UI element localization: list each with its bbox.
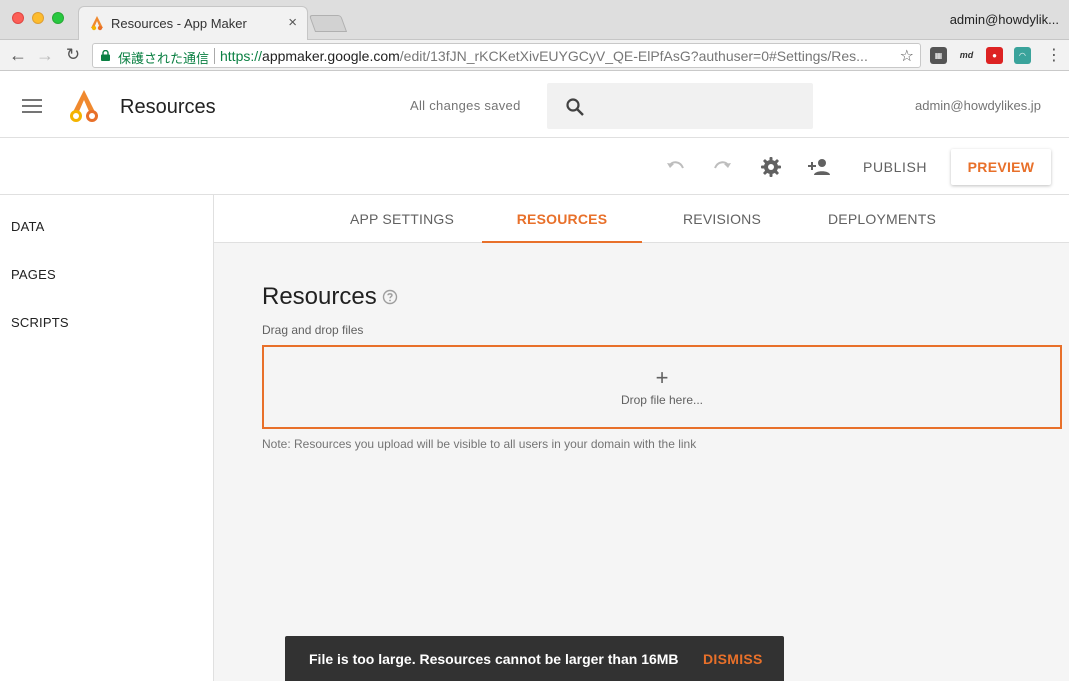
browser-tab-title: Resources - App Maker bbox=[111, 16, 247, 31]
snackbar-message: File is too large. Resources cannot be l… bbox=[309, 651, 679, 667]
lock-icon bbox=[101, 50, 110, 61]
error-snackbar: File is too large. Resources cannot be l… bbox=[285, 636, 784, 681]
sidebar-item-pages[interactable]: PAGES bbox=[11, 267, 56, 282]
browser-tab-active[interactable]: Resources - App Maker × bbox=[78, 6, 308, 40]
address-bar[interactable]: 保護された通信 https://appmaker.google.com/edit… bbox=[92, 43, 921, 68]
page-title: Resources bbox=[120, 96, 216, 118]
url-path: /edit/13fJN_rKCKetXivEUYGCyV_QE-ElPfAsG?… bbox=[399, 48, 868, 64]
section-title: Resources bbox=[262, 283, 377, 310]
add-person-icon[interactable] bbox=[807, 155, 831, 179]
search-input[interactable] bbox=[547, 83, 813, 129]
tab-deployments[interactable]: DEPLOYMENTS bbox=[802, 195, 962, 243]
save-status: All changes saved bbox=[410, 98, 521, 113]
hamburger-menu-icon[interactable] bbox=[22, 99, 42, 113]
minimize-window-button[interactable] bbox=[32, 12, 44, 24]
file-dropzone[interactable]: + Drop file here... bbox=[262, 345, 1062, 429]
sidebar-item-data[interactable]: DATA bbox=[11, 219, 45, 234]
app-header: Resources All changes saved admin@howdyl… bbox=[0, 71, 1069, 138]
app-maker-favicon-icon bbox=[91, 16, 103, 31]
gear-icon[interactable] bbox=[759, 155, 783, 179]
visibility-note: Note: Resources you upload will be visib… bbox=[262, 437, 697, 451]
sidebar-item-scripts[interactable]: SCRIPTS bbox=[11, 315, 69, 330]
dismiss-button[interactable]: DISMISS bbox=[703, 651, 763, 667]
secure-connection-label: 保護された通信 bbox=[118, 51, 210, 66]
browser-tabbar: Resources - App Maker × admin@howdylik..… bbox=[0, 0, 1069, 40]
publish-button[interactable]: PUBLISH bbox=[863, 159, 927, 175]
close-window-button[interactable] bbox=[12, 12, 24, 24]
drop-file-text: Drop file here... bbox=[620, 393, 704, 407]
app-maker-logo-icon bbox=[70, 90, 98, 122]
browser-profile[interactable]: admin@howdylik... bbox=[950, 12, 1059, 27]
tab-app-settings[interactable]: APP SETTINGS bbox=[322, 195, 482, 243]
url-text[interactable]: https://appmaker.google.com/edit/13fJN_r… bbox=[220, 48, 868, 64]
drag-hint: Drag and drop files bbox=[262, 323, 364, 337]
reload-icon[interactable]: ↻ bbox=[61, 43, 85, 67]
browser-toolbar: ← → ↻ 保護された通信 https://appmaker.google.co… bbox=[0, 40, 1069, 71]
main-content: APP SETTINGS RESOURCES REVISIONS DEPLOYM… bbox=[214, 195, 1069, 681]
tab-revisions[interactable]: REVISIONS bbox=[642, 195, 802, 243]
back-icon[interactable]: ← bbox=[6, 43, 30, 67]
chili-icon[interactable]: ● bbox=[986, 47, 1003, 64]
md-extension-icon[interactable]: md bbox=[958, 47, 975, 64]
address-divider bbox=[214, 48, 215, 64]
add-file-icon: + bbox=[655, 365, 669, 390]
forward-icon[interactable]: → bbox=[33, 43, 57, 67]
help-icon[interactable] bbox=[382, 289, 398, 305]
search-icon bbox=[566, 98, 584, 116]
maximize-window-button[interactable] bbox=[52, 12, 64, 24]
url-scheme: https:// bbox=[220, 48, 263, 64]
settings-tabs: APP SETTINGS RESOURCES REVISIONS DEPLOYM… bbox=[214, 195, 1069, 243]
browser-menu-icon[interactable]: ⋮ bbox=[1046, 45, 1062, 65]
bookmark-star-icon[interactable]: ☆ bbox=[900, 46, 914, 66]
action-bar: PUBLISH PREVIEW bbox=[0, 139, 1069, 195]
user-email[interactable]: admin@howdylikes.jp bbox=[915, 98, 1041, 113]
preview-button[interactable]: PREVIEW bbox=[951, 149, 1051, 185]
tab-resources[interactable]: RESOURCES bbox=[482, 195, 642, 243]
left-nav: DATA PAGES SCRIPTS bbox=[0, 195, 214, 681]
new-tab-button[interactable] bbox=[308, 15, 348, 32]
redo-icon[interactable] bbox=[711, 155, 735, 179]
tab-close-icon[interactable]: × bbox=[288, 14, 297, 31]
gauge-icon[interactable]: ◠ bbox=[1014, 47, 1031, 64]
filmstrip-icon[interactable]: ▦ bbox=[930, 47, 947, 64]
url-host: appmaker.google.com bbox=[262, 48, 400, 64]
undo-icon[interactable] bbox=[663, 155, 687, 179]
